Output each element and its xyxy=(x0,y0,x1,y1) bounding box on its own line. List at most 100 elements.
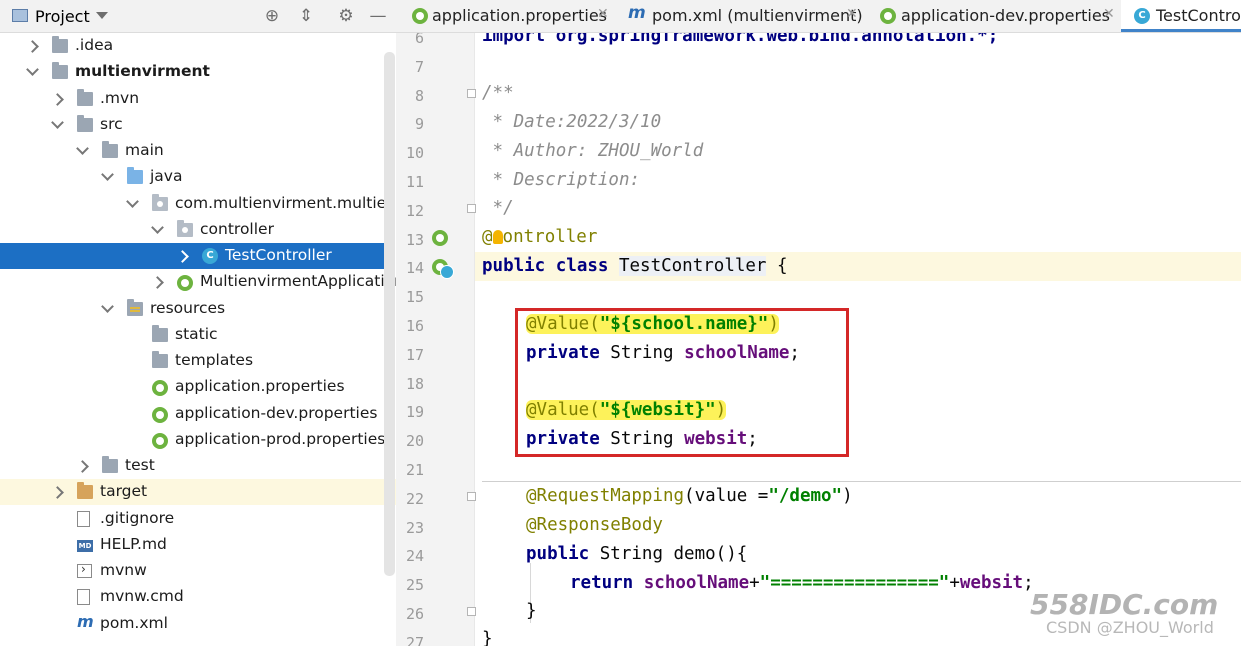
line-number[interactable]: 24 xyxy=(396,547,424,565)
tree-item-controller[interactable]: controller xyxy=(0,217,384,243)
line-number[interactable]: 16 xyxy=(396,317,424,335)
line-number[interactable]: 13 xyxy=(396,231,424,249)
line-number[interactable]: 7 xyxy=(396,58,424,76)
tree-item-mvn[interactable]: .mvn xyxy=(0,86,384,112)
tree-item-src[interactable]: src xyxy=(0,112,384,138)
tree-item-mvnw-cmd[interactable]: mvnw.cmd xyxy=(0,584,384,610)
line-number[interactable]: 27 xyxy=(396,634,424,646)
close-icon[interactable]: ✕ xyxy=(846,6,858,22)
tree-item-target[interactable]: target xyxy=(0,479,396,506)
tree-item-com-multienvirment-multienvirment[interactable]: com.multienvirment.multienvirment xyxy=(0,191,396,217)
chevron-right-icon[interactable] xyxy=(151,276,164,290)
package-icon xyxy=(152,193,168,211)
folder-icon xyxy=(152,324,168,342)
chevron-down-icon[interactable] xyxy=(101,299,114,313)
tree-item-application-dev-properties[interactable]: application-dev.properties xyxy=(0,401,384,427)
line-number[interactable]: 11 xyxy=(396,173,424,191)
line-number[interactable]: 17 xyxy=(396,346,424,364)
line-number[interactable]: 23 xyxy=(396,519,424,537)
project-panel-title[interactable]: Project xyxy=(35,7,90,26)
tree-item-mvnw[interactable]: mvnw xyxy=(0,558,384,584)
class-icon xyxy=(1134,8,1150,24)
tree-item-multienvirmentapplication[interactable]: MultienvirmentApplication xyxy=(0,269,396,295)
chevron-down-icon[interactable] xyxy=(151,220,164,234)
chevron-right-icon[interactable] xyxy=(76,460,89,473)
line-number[interactable]: 8 xyxy=(396,87,424,105)
script-file-icon xyxy=(77,562,92,578)
minimize-icon[interactable]: — xyxy=(368,6,388,26)
line-number[interactable]: 9 xyxy=(396,115,424,133)
spring-bean-gutter-icon[interactable] xyxy=(432,230,448,246)
line-number[interactable]: 25 xyxy=(396,576,424,594)
lightbulb-icon[interactable] xyxy=(492,230,503,244)
line-number[interactable]: 12 xyxy=(396,202,424,220)
close-icon[interactable]: ✕ xyxy=(1103,6,1115,22)
tree-item-label: resources xyxy=(150,298,226,317)
line-number[interactable]: 20 xyxy=(396,432,424,450)
code-line-14: public class TestController { xyxy=(482,256,788,276)
paren: ) xyxy=(842,486,853,506)
import-statement: import org.springframework.web.bind.anno… xyxy=(482,33,999,46)
fold-marker-icon[interactable] xyxy=(467,607,476,616)
tree-item-static[interactable]: static xyxy=(0,322,384,348)
maven-icon: m xyxy=(77,611,94,631)
locate-crosshair-icon[interactable]: ⊕ xyxy=(262,6,282,26)
chevron-down-icon[interactable] xyxy=(101,168,114,182)
line-number[interactable]: 22 xyxy=(396,490,424,508)
gear-icon[interactable]: ⚙ xyxy=(336,6,356,26)
line-number[interactable]: 6 xyxy=(396,33,424,47)
chevron-right-icon[interactable] xyxy=(26,40,39,53)
tab-pom-xml[interactable]: m pom.xml (multienvirment) ✕ xyxy=(618,0,868,32)
tree-item-multienvirment[interactable]: multienvirment xyxy=(0,59,384,85)
keyword: public class xyxy=(482,256,619,276)
chevron-right-icon[interactable] xyxy=(51,92,64,106)
chevron-down-icon[interactable] xyxy=(51,115,64,129)
class-name: TestController xyxy=(618,256,767,276)
line-number[interactable]: 19 xyxy=(396,403,424,421)
tree-item-gitignore[interactable]: .gitignore xyxy=(0,506,384,532)
chevron-down-icon[interactable] xyxy=(96,12,108,19)
chevron-right-icon[interactable] xyxy=(176,250,189,263)
fold-marker-icon[interactable] xyxy=(467,89,476,98)
tree-item-application-properties[interactable]: application.properties xyxy=(0,374,384,400)
field-name: websit xyxy=(959,573,1024,593)
tab-test-controller[interactable]: TestControl xyxy=(1121,0,1241,32)
file-icon xyxy=(77,589,90,606)
tree-item-label: com.multienvirment.multienvirment xyxy=(175,193,396,212)
tree-item-templates[interactable]: templates xyxy=(0,348,384,374)
line-number[interactable]: 26 xyxy=(396,605,424,623)
code-line-12: */ xyxy=(482,198,514,218)
chevron-down-icon[interactable] xyxy=(26,63,39,77)
line-number[interactable]: 21 xyxy=(396,461,424,479)
fold-marker-icon[interactable] xyxy=(467,492,476,501)
chevron-down-icon[interactable] xyxy=(126,194,139,208)
project-view-icon xyxy=(12,9,28,22)
tree-item-help-md[interactable]: MD HELP.md xyxy=(0,532,384,558)
tree-item-resources[interactable]: resources xyxy=(0,296,384,322)
code-editor[interactable]: 6 7 8 9 10 11 12 13 14 15 16 17 18 19 20 21 22 23 24 25 26 27… xyxy=(396,33,1241,646)
chevron-down-icon[interactable] xyxy=(76,142,89,155)
tab-application-dev-properties[interactable]: application-dev.properties ✕ xyxy=(868,0,1121,32)
project-panel: Project ⊕ ⇕ ⚙ — .idea multienvirment .mvn s… xyxy=(0,0,396,646)
tree-item-test[interactable]: test xyxy=(0,453,384,479)
tree-item-idea[interactable]: .idea xyxy=(0,33,384,59)
markdown-file-icon: MD xyxy=(77,539,93,552)
tree-item-testcontroller[interactable]: TestController xyxy=(0,243,384,269)
fold-marker-icon[interactable] xyxy=(467,204,476,213)
tree-item-pom-xml[interactable]: m pom.xml xyxy=(0,611,384,637)
tree-item-java[interactable]: java xyxy=(0,164,384,190)
close-icon[interactable]: ✕ xyxy=(597,6,609,22)
tree-item-main[interactable]: main xyxy=(0,138,384,164)
collapse-all-icon[interactable]: ⇕ xyxy=(296,6,316,26)
project-scrollbar[interactable] xyxy=(384,52,395,576)
class-gutter-icon[interactable] xyxy=(440,265,454,279)
tab-application-properties[interactable]: application.properties ✕ xyxy=(396,0,618,32)
line-number[interactable]: 10 xyxy=(396,144,424,162)
chevron-right-icon[interactable] xyxy=(51,486,64,500)
code-line-10: * Author: ZHOU_World xyxy=(482,141,704,161)
line-number[interactable]: 14 xyxy=(396,259,424,277)
line-number[interactable]: 15 xyxy=(396,288,424,306)
line-number[interactable]: 18 xyxy=(396,375,424,393)
tree-item-application-prod-properties[interactable]: application-prod.properties xyxy=(0,427,385,453)
tree-item-label: MultienvirmentApplication xyxy=(200,272,396,291)
